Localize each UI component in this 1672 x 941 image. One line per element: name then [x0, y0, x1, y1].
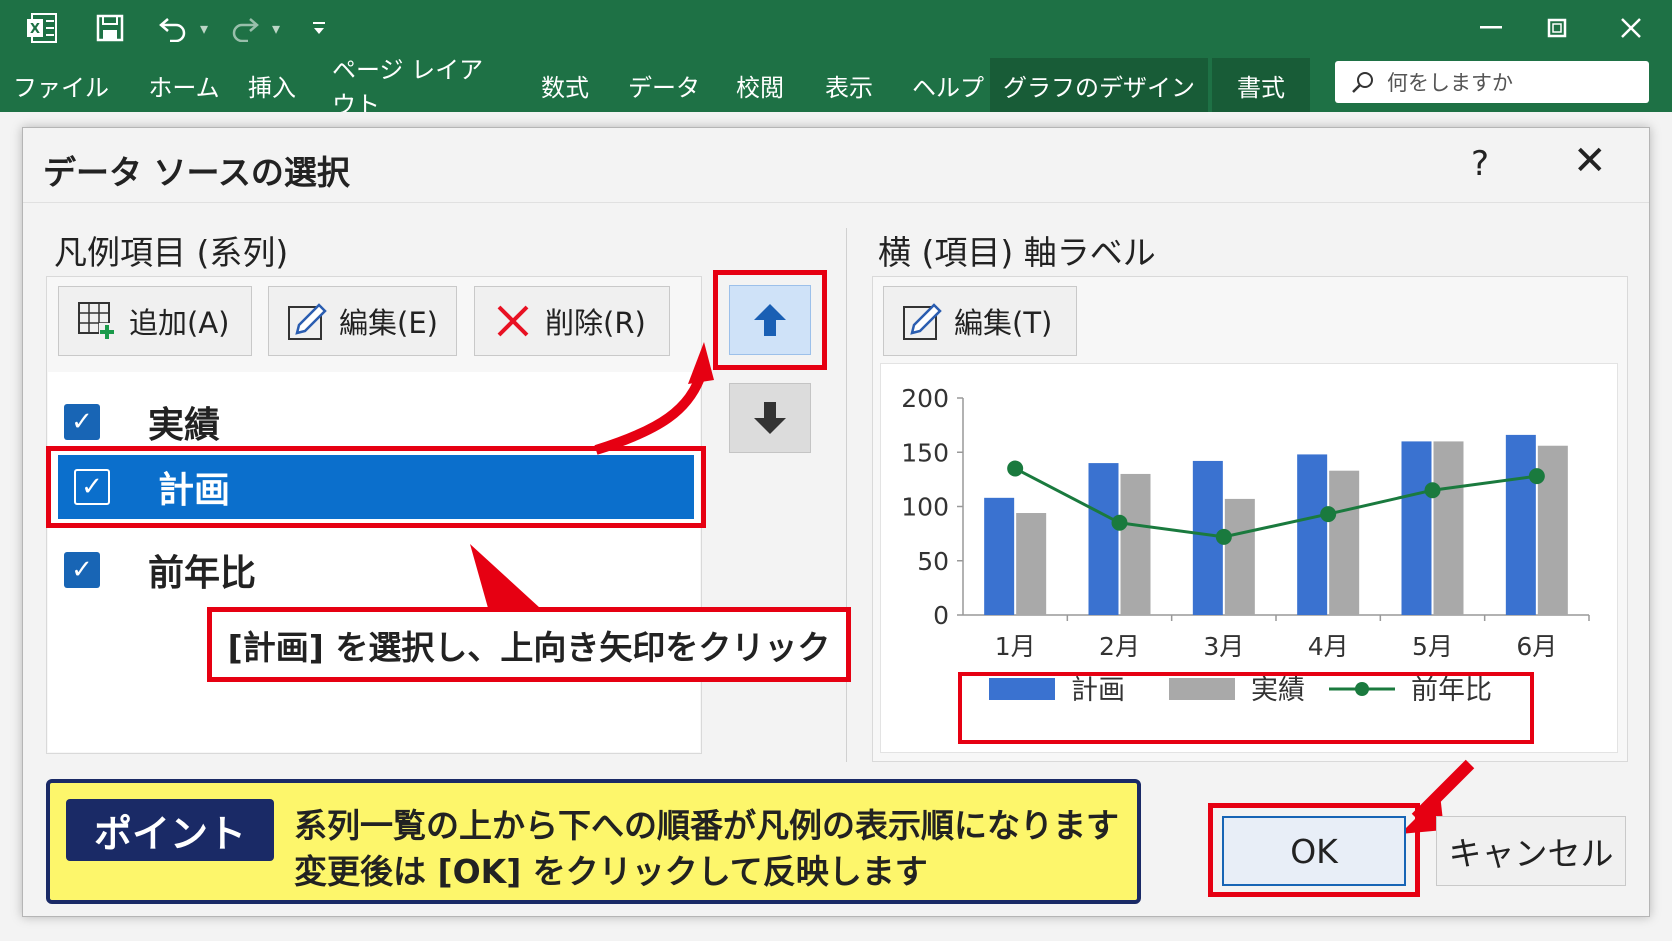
edit-series-label: 編集(E)	[339, 306, 438, 340]
point-yoy	[1424, 482, 1441, 499]
series-label: 実績	[148, 405, 221, 446]
x-tick-label: 1月	[995, 632, 1036, 661]
tab-data[interactable]: データ	[624, 58, 704, 112]
redo-dropdown-icon[interactable]: ▾	[272, 10, 280, 46]
x-tick-label: 3月	[1203, 632, 1244, 661]
bar-actual	[1329, 470, 1360, 615]
add-series-button[interactable]: 追加(A)	[58, 286, 252, 356]
point-yoy	[1007, 460, 1024, 477]
bar-actual	[1224, 498, 1255, 615]
instruction-callout: [計画] を選択し、上向き矢印をクリック	[207, 607, 851, 682]
bar-actual	[1433, 441, 1464, 615]
bar-plan	[984, 497, 1015, 615]
tab-format[interactable]: 書式	[1212, 58, 1310, 112]
highlight-selected-series	[46, 446, 706, 528]
tab-insert[interactable]: 挿入	[240, 58, 304, 112]
highlight-up-button	[713, 270, 827, 370]
search-icon	[1351, 70, 1375, 94]
series-list: ✓ 実績 ✓ 計画 ✓ 前年比	[48, 372, 700, 752]
cancel-button[interactable]: キャンセル	[1436, 816, 1626, 886]
tab-chart-design[interactable]: グラフのデザイン	[990, 58, 1208, 112]
pencil-icon	[900, 299, 944, 343]
undo-icon[interactable]	[158, 10, 188, 46]
series-item-actual[interactable]: ✓ 実績	[48, 390, 700, 454]
dialog-title: データ ソースの選択	[43, 153, 350, 192]
ribbon: X ▾ ▾ ファイル ホーム 挿入 ページ レイアウト 数式 データ 校閲 表示…	[0, 0, 1672, 119]
x-tick-label: 2月	[1099, 632, 1140, 661]
delete-series-label: 削除(R)	[545, 306, 646, 340]
search-placeholder: 何をしますか	[1387, 71, 1513, 95]
point-note-box: ポイント 系列一覧の上から下への順番が凡例の表示順になります 変更後は [OK]…	[46, 779, 1141, 904]
undo-dropdown-icon[interactable]: ▾	[200, 10, 208, 46]
series-item-yoy[interactable]: ✓ 前年比	[48, 538, 700, 602]
tab-help[interactable]: ヘルプ	[906, 58, 990, 112]
point-yoy	[1215, 528, 1232, 545]
y-tick-label: 50	[917, 547, 949, 576]
point-line-2: 変更後は [OK] をクリックして反映します	[294, 852, 928, 891]
y-tick-label: 200	[901, 384, 949, 413]
minimize-icon[interactable]	[1466, 8, 1516, 48]
edit-series-button[interactable]: 編集(E)	[268, 286, 457, 356]
redo-icon[interactable]	[230, 10, 260, 46]
x-tick-label: 6月	[1516, 632, 1557, 661]
bar-plan	[1505, 434, 1536, 615]
title-divider	[23, 202, 1649, 203]
bar-actual	[1016, 513, 1047, 615]
move-down-button[interactable]	[729, 383, 811, 453]
delete-x-icon	[491, 299, 535, 343]
bar-actual	[1120, 473, 1151, 615]
point-tag: ポイント	[66, 799, 274, 861]
bar-plan	[1401, 441, 1432, 615]
svg-text:X: X	[30, 22, 40, 37]
tab-view[interactable]: 表示	[818, 58, 880, 112]
edit-axis-labels-label: 編集(T)	[954, 306, 1053, 340]
tab-home[interactable]: ホーム	[136, 58, 232, 112]
restore-icon[interactable]	[1532, 8, 1582, 48]
delete-series-button[interactable]: 削除(R)	[474, 286, 670, 356]
x-tick-label: 5月	[1412, 632, 1453, 661]
excel-logo-icon: X	[26, 10, 58, 46]
add-series-label: 追加(A)	[129, 306, 230, 340]
y-tick-label: 0	[933, 601, 949, 630]
series-checkbox[interactable]: ✓	[64, 404, 100, 440]
window-close-icon[interactable]	[1606, 8, 1656, 48]
point-yoy	[1528, 468, 1545, 485]
tell-me-search[interactable]: 何をしますか	[1335, 61, 1649, 103]
x-tick-label: 4月	[1308, 632, 1349, 661]
bar-plan	[1088, 463, 1119, 615]
ribbon-tabs: ファイル ホーム 挿入 ページ レイアウト 数式 データ 校閲 表示 ヘルプ グ…	[0, 56, 1340, 119]
arrow-down-icon	[754, 402, 786, 434]
point-yoy	[1320, 506, 1337, 523]
add-table-icon	[75, 299, 119, 343]
legend-entries-title: 凡例項目 (系列)	[54, 233, 289, 272]
customize-qat-icon[interactable]	[310, 10, 328, 46]
tab-page-layout[interactable]: ページ レイアウト	[332, 56, 504, 119]
series-label: 前年比	[148, 553, 257, 594]
edit-axis-labels-button[interactable]: 編集(T)	[883, 286, 1077, 356]
save-icon[interactable]	[96, 10, 124, 46]
bar-plan	[1297, 454, 1328, 615]
highlight-chart-legend	[958, 672, 1534, 744]
y-tick-label: 100	[901, 493, 949, 522]
point-yoy	[1111, 514, 1128, 531]
y-tick-label: 150	[901, 438, 949, 467]
help-icon[interactable]: ?	[1471, 144, 1489, 184]
axis-labels-title: 横 (項目) 軸ラベル	[878, 233, 1156, 272]
close-icon[interactable]: ✕	[1573, 138, 1607, 184]
tab-formulas[interactable]: 数式	[534, 58, 596, 112]
pencil-icon	[285, 299, 329, 343]
ok-button[interactable]: OK	[1222, 816, 1406, 886]
point-line-1: 系列一覧の上から下への順番が凡例の表示順になります	[294, 806, 1119, 845]
tab-review[interactable]: 校閲	[732, 58, 788, 112]
tab-file[interactable]: ファイル	[12, 58, 110, 112]
series-checkbox[interactable]: ✓	[64, 552, 100, 588]
